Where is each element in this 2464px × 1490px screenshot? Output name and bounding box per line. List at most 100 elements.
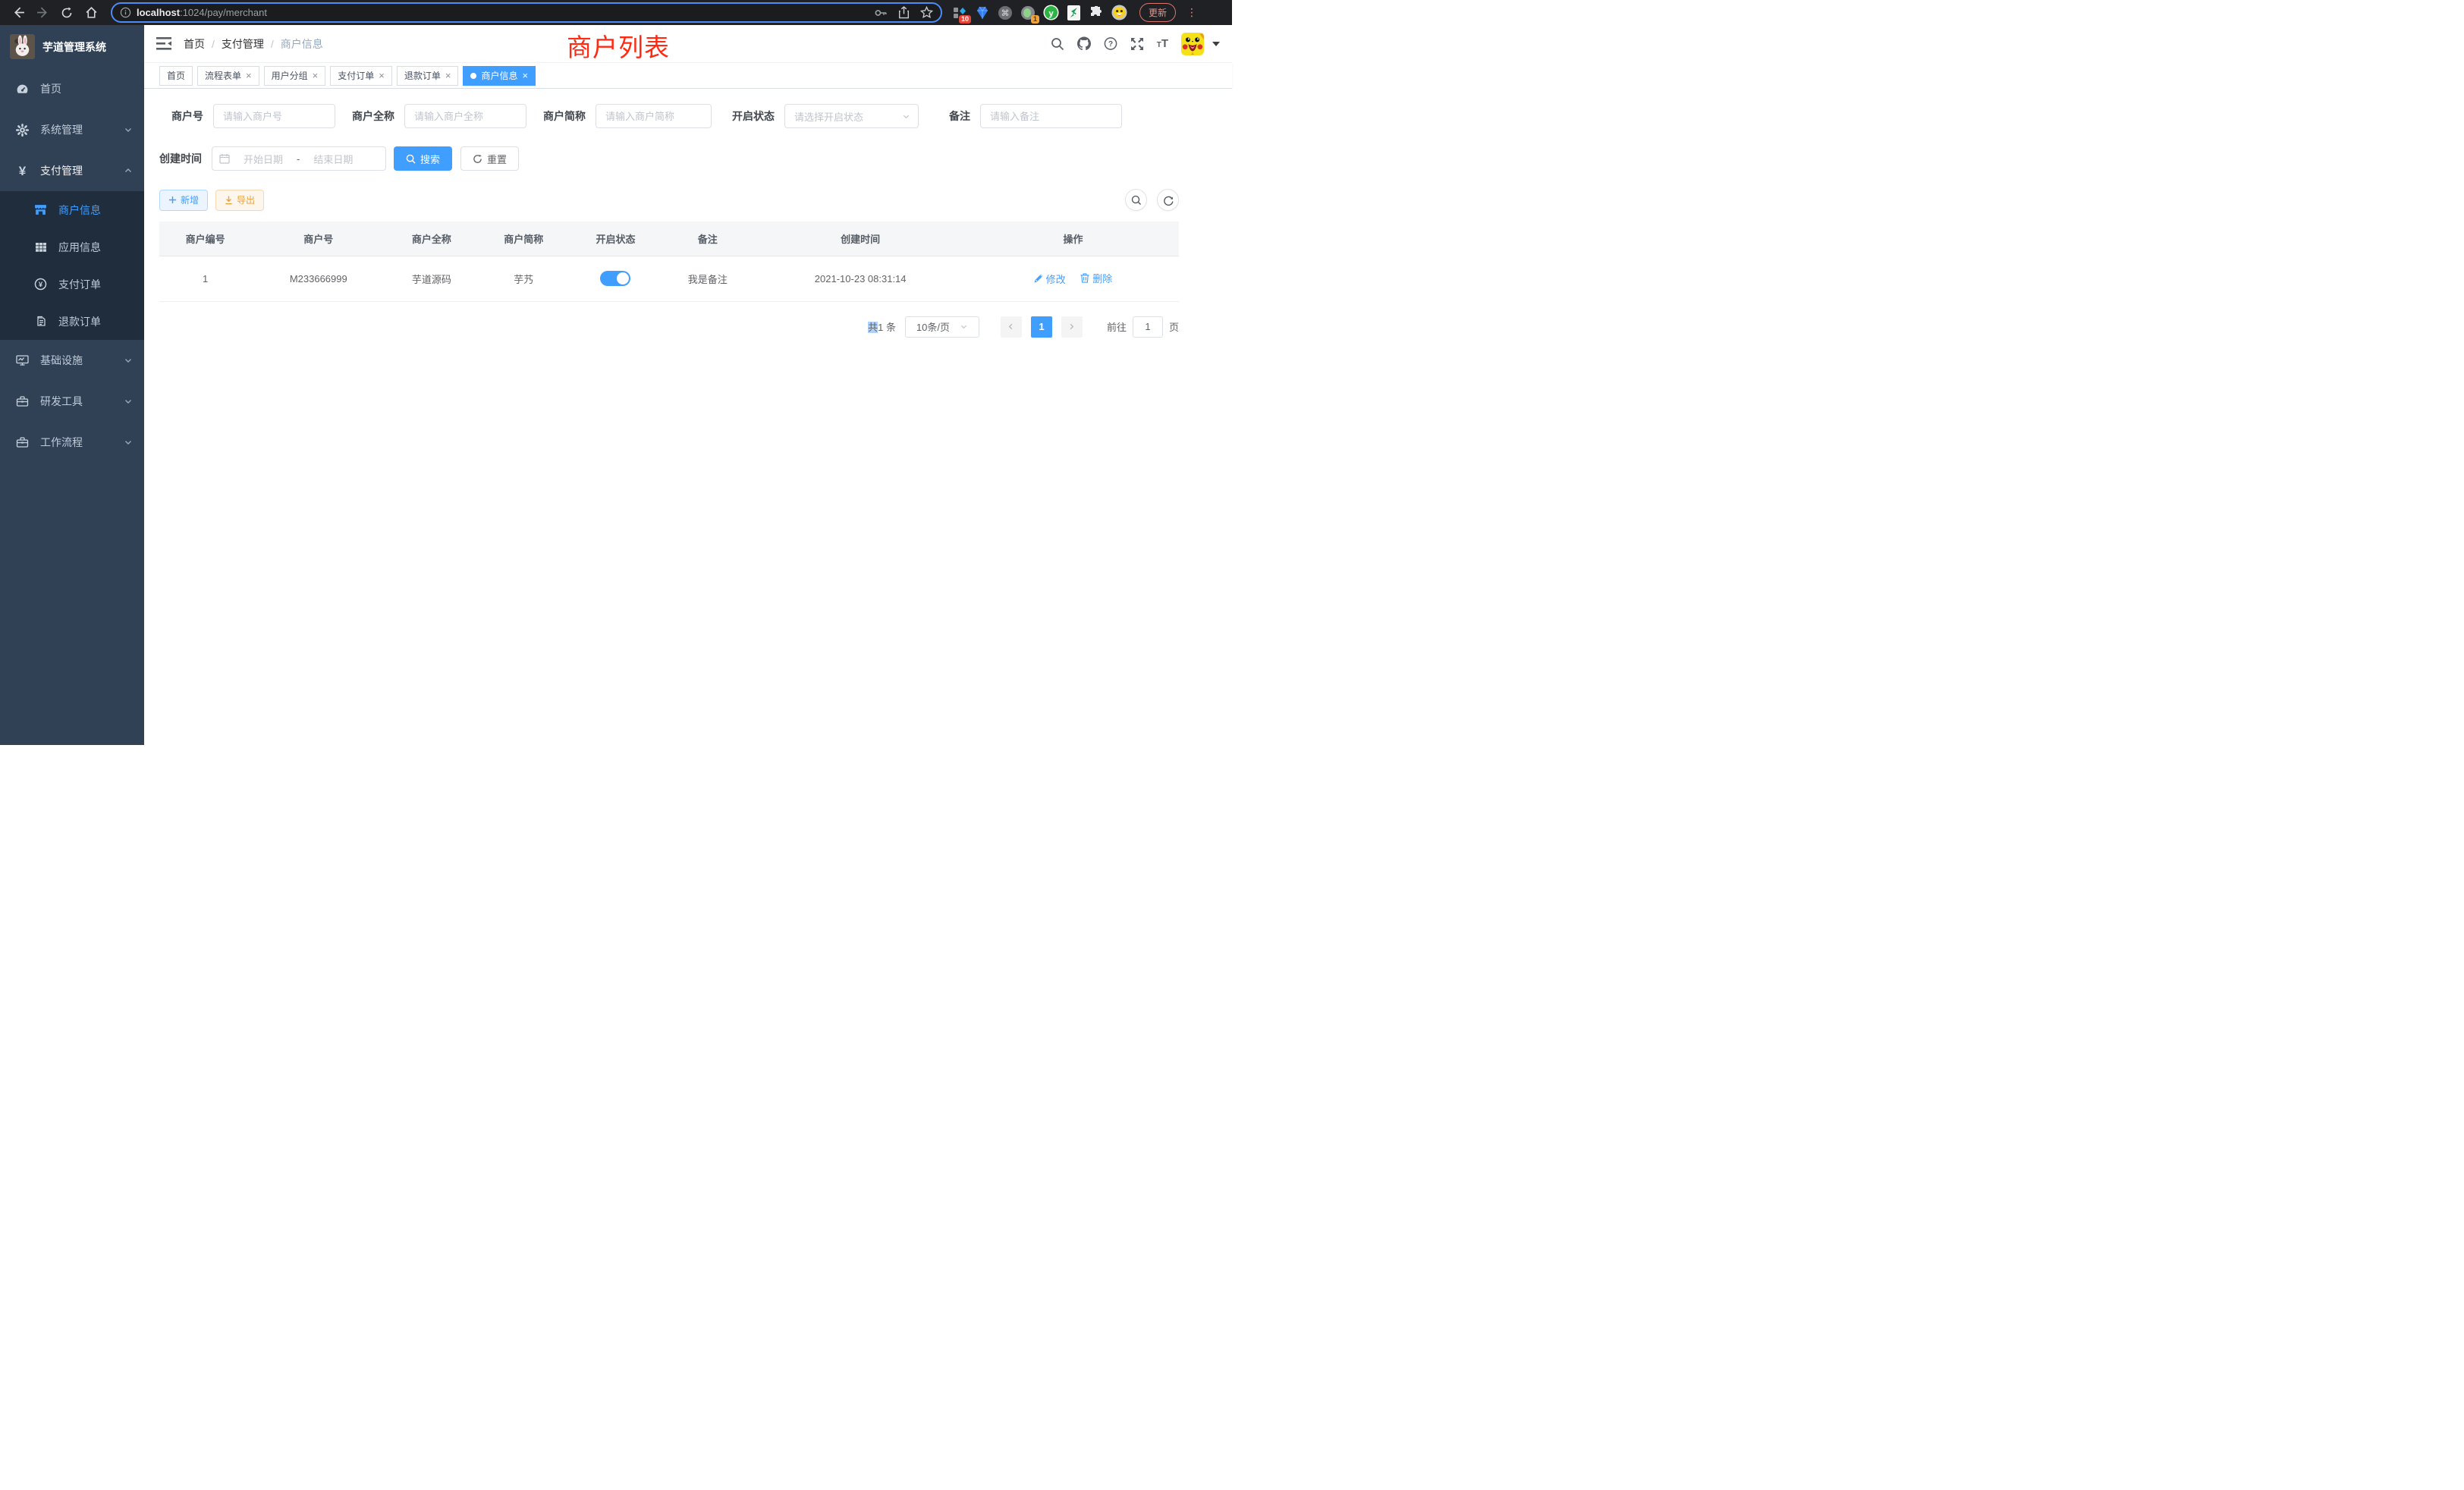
tab-home[interactable]: 首页 <box>159 66 193 86</box>
header-search-icon[interactable] <box>1051 37 1064 51</box>
page-unit-label: 页 <box>1169 319 1179 334</box>
breadcrumb-home[interactable]: 首页 <box>184 36 205 52</box>
sidebar-item-label: 退款订单 <box>58 314 101 329</box>
status-select[interactable]: 请选择开启状态 <box>784 104 919 128</box>
extension-grid-icon[interactable]: 10 <box>951 5 968 21</box>
total-count: 共1 条 <box>868 319 896 334</box>
sidebar-item-dev-tools[interactable]: 研发工具 <box>0 381 144 422</box>
remark-input[interactable] <box>980 104 1122 128</box>
sidebar-item-system[interactable]: 系统管理 <box>0 109 144 150</box>
reset-button[interactable]: 重置 <box>460 146 519 171</box>
browser-back-button[interactable] <box>8 3 28 23</box>
refresh-button[interactable] <box>1157 189 1179 211</box>
goto-page-input[interactable] <box>1133 316 1163 338</box>
tab-pay-order[interactable]: 支付订单 × <box>330 66 392 86</box>
merchant-no-input[interactable] <box>213 104 335 128</box>
sidebar-item-app-info[interactable]: 应用信息 <box>0 228 144 266</box>
tab-process-form[interactable]: 流程表单 × <box>197 66 259 86</box>
cell-remark: 我是备注 <box>662 256 753 301</box>
tab-user-group[interactable]: 用户分组 × <box>264 66 326 86</box>
pagination: 共1 条 10条/页 1 前往 页 <box>159 316 1179 338</box>
tags-view-bar: 首页 流程表单 × 用户分组 × 支付订单 × 退款订单 × 商户信息 × <box>144 63 1232 89</box>
search-button[interactable]: 搜索 <box>394 146 452 171</box>
bookmark-star-icon[interactable] <box>920 6 933 19</box>
app-logo[interactable]: 芋道管理系统 <box>0 25 144 68</box>
github-icon[interactable] <box>1077 37 1091 51</box>
col-remark: 备注 <box>662 222 753 256</box>
share-icon[interactable] <box>898 6 910 19</box>
browser-home-button[interactable] <box>81 3 101 23</box>
extensions-puzzle-icon[interactable] <box>1088 5 1105 21</box>
browser-chrome: localhost:1024/pay/merchant 10 ⌘ 1 <box>0 0 1232 25</box>
status-placeholder: 请选择开启状态 <box>794 109 902 124</box>
breadcrumb-separator: / <box>271 38 274 50</box>
close-icon[interactable]: × <box>246 71 252 80</box>
add-button-label: 新增 <box>181 193 199 206</box>
close-icon[interactable]: × <box>313 71 319 80</box>
status-toggle[interactable] <box>600 271 630 286</box>
caret-down-icon[interactable] <box>1212 42 1220 46</box>
tab-merchant-info[interactable]: 商户信息 × <box>463 66 536 86</box>
browser-forward-button[interactable] <box>33 3 52 23</box>
sidebar-item-label: 支付管理 <box>40 163 83 178</box>
browser-menu-icon[interactable]: ⋮ <box>1186 6 1197 19</box>
toolbox-icon <box>16 395 29 408</box>
toggle-search-button[interactable] <box>1125 189 1147 211</box>
monitor-icon <box>16 354 29 367</box>
help-icon[interactable]: ? <box>1104 37 1117 51</box>
close-icon[interactable]: × <box>379 71 385 80</box>
extension-y-icon[interactable]: y <box>1042 5 1059 21</box>
tab-label: 流程表单 <box>205 69 241 82</box>
goto-label: 前往 <box>1107 319 1127 334</box>
extension-gem-icon[interactable] <box>974 5 991 21</box>
table-header-row: 商户编号 商户号 商户全称 商户简称 开启状态 备注 创建时间 操作 <box>159 222 1179 256</box>
browser-update-button[interactable]: 更新 <box>1139 3 1176 22</box>
short-name-input[interactable] <box>596 104 712 128</box>
next-page-button[interactable] <box>1061 316 1083 338</box>
add-button[interactable]: 新增 <box>159 190 208 211</box>
reset-button-label: 重置 <box>487 152 507 166</box>
sidebar-item-label: 系统管理 <box>40 122 83 137</box>
full-name-label: 商户全称 <box>352 108 394 124</box>
close-icon[interactable]: × <box>522 71 528 80</box>
delete-label: 删除 <box>1092 271 1112 285</box>
extension-command-icon[interactable]: ⌘ <box>997 5 1014 21</box>
page-size-select[interactable]: 10条/页 <box>905 316 979 338</box>
col-actions: 操作 <box>967 222 1179 256</box>
edit-link[interactable]: 修改 <box>1034 272 1066 286</box>
site-info-icon[interactable] <box>120 7 131 18</box>
font-size-icon[interactable]: TT <box>1157 38 1168 49</box>
close-icon[interactable]: × <box>445 71 451 80</box>
tab-refund-order[interactable]: 退款订单 × <box>397 66 459 86</box>
total-suffix: 条 <box>886 322 896 333</box>
export-button[interactable]: 导出 <box>215 190 264 211</box>
prev-page-button[interactable] <box>1001 316 1022 338</box>
full-name-input[interactable] <box>404 104 526 128</box>
url-bar[interactable]: localhost:1024/pay/merchant <box>111 2 942 23</box>
sidebar-item-workflow[interactable]: 工作流程 <box>0 422 144 463</box>
password-key-icon[interactable] <box>874 8 888 18</box>
sidebar-item-merchant-info[interactable]: 商户信息 <box>0 191 144 228</box>
sidebar-item-pay-order[interactable]: ¥ 支付订单 <box>0 266 144 303</box>
hamburger-icon[interactable] <box>156 37 171 50</box>
delete-link[interactable]: 删除 <box>1080 271 1112 285</box>
edit-label: 修改 <box>1046 272 1066 286</box>
breadcrumb-pay[interactable]: 支付管理 <box>222 36 264 52</box>
sidebar-item-pay[interactable]: ¥ 支付管理 <box>0 150 144 191</box>
sidebar-item-home[interactable]: 首页 <box>0 68 144 109</box>
sidebar-item-infra[interactable]: 基础设施 <box>0 340 144 381</box>
sidebar-item-refund-order[interactable]: 退款订单 <box>0 303 144 340</box>
cell-full-name: 芋道源码 <box>385 256 477 301</box>
user-avatar[interactable] <box>1181 33 1204 55</box>
extension-green-app-icon[interactable] <box>1065 5 1082 21</box>
col-create-time: 创建时间 <box>753 222 967 256</box>
fullscreen-icon[interactable] <box>1130 37 1144 51</box>
extension-timer-icon[interactable]: 1 <box>1020 5 1036 21</box>
svg-text:?: ? <box>1108 40 1113 49</box>
profile-avatar-icon[interactable] <box>1111 5 1127 21</box>
cell-create-time: 2021-10-23 08:31:14 <box>753 256 967 301</box>
date-range-picker[interactable]: 开始日期 - 结束日期 <box>212 146 386 171</box>
current-page-button[interactable]: 1 <box>1031 316 1052 338</box>
svg-text:¥: ¥ <box>39 281 43 289</box>
browser-reload-button[interactable] <box>57 3 77 23</box>
